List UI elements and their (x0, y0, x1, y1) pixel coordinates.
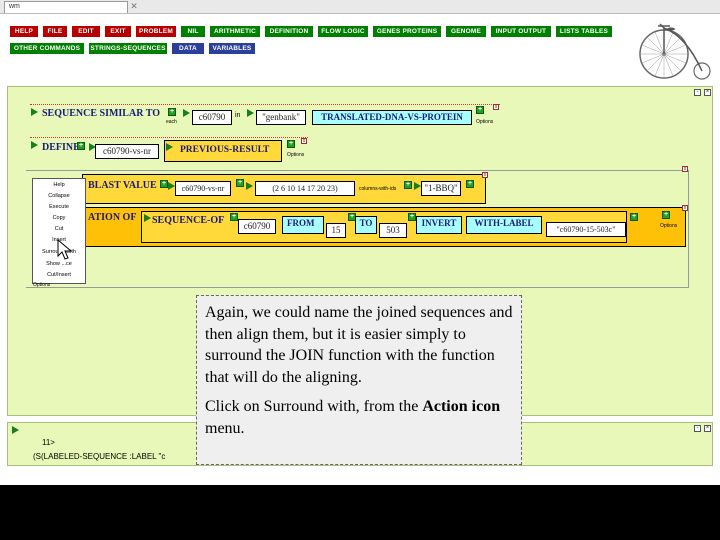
sequence-value-field[interactable]: c60790 (192, 110, 232, 125)
database-value-field[interactable]: "genbank" (256, 110, 306, 125)
ctx-show-label: Show (46, 261, 60, 267)
ctx-show-item[interactable]: Show ...ce (33, 261, 85, 267)
options-label[interactable]: Options (33, 282, 50, 288)
ctx-help-item[interactable]: Help (33, 182, 85, 188)
define-name-field[interactable]: c60790-vs-nr (95, 144, 159, 159)
tab-strip: wm ✕ (0, 0, 720, 14)
ctx-cut-insert-item[interactable]: Cut/Insert (33, 272, 85, 278)
menu-arithmetic-button[interactable]: ARITHMETIC (210, 26, 260, 37)
note-p2-bold: Action icon (422, 398, 501, 415)
expand-triangle-icon[interactable] (12, 426, 19, 434)
ctx-show-suffix: ...ce (61, 261, 72, 267)
menu-file-button[interactable]: FILE (43, 26, 67, 37)
menu-definition-button[interactable]: DEFINITION (265, 26, 313, 37)
tab-close-icon[interactable]: ✕ (129, 2, 139, 12)
annotation-note: Again, we could name the joined sequence… (196, 295, 522, 465)
ctx-execute-item[interactable]: Execute (33, 204, 85, 210)
each-label: each (166, 119, 177, 125)
sequence-similar-to-keyword: SEQUENCE SIMILAR TO (42, 108, 160, 119)
bicycle-logo-icon (639, 23, 711, 80)
menu-strings-sequences-button[interactable]: STRINGS-SEQUENCES (89, 43, 167, 54)
add-arg-icon[interactable]: + (168, 108, 176, 116)
options-label[interactable]: Options (476, 119, 493, 125)
close-block-icon[interactable]: x (682, 166, 688, 172)
menu-genes-proteins-button[interactable]: GENES PROTEINS (373, 26, 441, 37)
close-block-icon[interactable]: x (301, 138, 307, 144)
options-label[interactable]: Options (287, 152, 304, 158)
ctx-copy-item[interactable]: Copy (33, 215, 85, 221)
menu-variables-button[interactable]: VARIABLES (209, 43, 255, 54)
add-arg-icon[interactable]: + (476, 106, 484, 114)
expand-triangle-icon[interactable] (31, 108, 38, 116)
note-p2-prefix: Click on Surround with, from the (205, 398, 423, 415)
menu-edit-button[interactable]: EDIT (72, 26, 100, 37)
define-keyword: DEFINE (42, 142, 80, 153)
add-arg-icon[interactable]: + (287, 140, 295, 148)
ctx-cut-item[interactable]: Cut (33, 226, 85, 232)
tab-title: wm (9, 3, 20, 10)
menu-genome-button[interactable]: GENOME (446, 26, 486, 37)
lower-expression[interactable]: (S(LABELED-SEQUENCE :LABEL "c (33, 452, 165, 461)
menu-help-button[interactable]: HELP (10, 26, 38, 37)
lower-prompt: 11> (42, 438, 55, 447)
mouse-cursor-icon (57, 239, 73, 260)
expand-triangle-icon[interactable] (183, 109, 190, 117)
menu-other-commands-button[interactable]: OTHER COMMANDS (10, 43, 84, 54)
letterbox-bar (0, 485, 720, 540)
expand-triangle-icon[interactable] (31, 141, 38, 149)
in-label: in (235, 112, 241, 119)
outer-block-frame (26, 170, 689, 288)
menu-exit-button[interactable]: EXIT (105, 26, 131, 37)
add-arg-icon[interactable]: + (77, 142, 85, 150)
note-paragraph-2: Click on Surround with, from the Action … (205, 396, 513, 439)
close-icon[interactable]: × (704, 89, 711, 96)
browser-tab[interactable]: wm (4, 1, 128, 13)
action-context-menu[interactable]: Help Collapse Execute Copy Cut Insert Su… (32, 178, 86, 284)
menu-input-output-button[interactable]: INPUT OUTPUT (491, 26, 551, 37)
close-block-icon[interactable]: x (493, 104, 499, 110)
expand-triangle-icon[interactable] (247, 109, 254, 117)
note-paragraph-1: Again, we could name the joined sequence… (205, 304, 513, 386)
expand-triangle-icon[interactable] (166, 143, 173, 151)
menu-problem-button[interactable]: PROBLEM (136, 26, 176, 37)
application-window: wm ✕ HELP FILE EDIT EXIT PROBLEM NIL ARI… (0, 0, 720, 485)
note-p2-suffix: menu. (205, 419, 245, 437)
menu-nil-button[interactable]: NIL (181, 26, 205, 37)
close-icon[interactable]: × (704, 425, 711, 432)
mode-value-field[interactable]: TRANSLATED-DNA-VS-PROTEIN (312, 110, 472, 125)
menu-lists-tables-button[interactable]: LISTS TABLES (556, 26, 612, 37)
minimize-icon[interactable]: - (694, 425, 701, 432)
menu-flow-logic-button[interactable]: FLOW LOGIC (318, 26, 368, 37)
menu-data-button[interactable]: DATA (172, 43, 204, 54)
previous-result-keyword: PREVIOUS-RESULT (180, 145, 270, 155)
ctx-collapse-item[interactable]: Collapse (33, 193, 85, 199)
minimize-icon[interactable]: - (694, 89, 701, 96)
